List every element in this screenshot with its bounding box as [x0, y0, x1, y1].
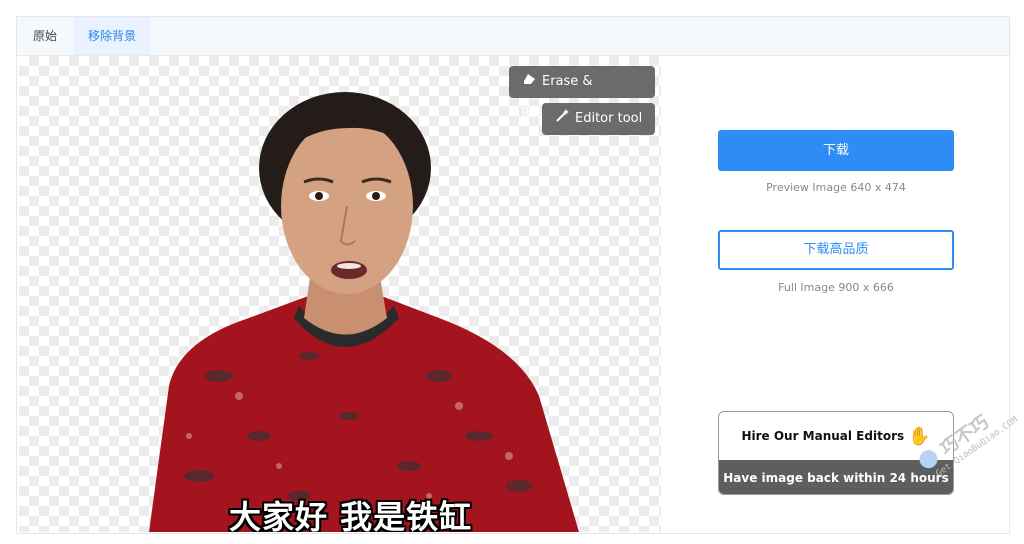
erase-restore-button[interactable]: Erase & Restore — [509, 66, 655, 121]
tab-bar: 原始 移除背景 — [17, 17, 1009, 56]
full-image-caption: Full Image 900 x 666 — [778, 281, 894, 294]
editor-tool-label: Editor tool — [575, 111, 643, 126]
preview-image-caption: Preview Image 640 x 474 — [766, 181, 906, 194]
download-button[interactable]: 下载 — [718, 130, 954, 171]
hire-editors-title: Hire Our Manual Editors — [741, 429, 905, 443]
video-subtitle: 大家好 我是铁缸 — [229, 498, 473, 532]
download-hq-button[interactable]: 下载高品质 — [718, 230, 954, 270]
app-frame: 原始 移除背景 大家好 我是铁缸 Erase & Editor tool 下载 … — [16, 16, 1010, 534]
magic-wand-icon — [554, 103, 570, 135]
editor-tool-button[interactable]: Editor tool — [542, 103, 655, 135]
tab-original[interactable]: 原始 — [17, 17, 73, 55]
eraser-icon — [521, 66, 537, 98]
tab-remove-background[interactable]: 移除背景 — [73, 17, 151, 55]
image-canvas: 大家好 我是铁缸 Erase & Restore Editor tool — [19, 56, 661, 532]
